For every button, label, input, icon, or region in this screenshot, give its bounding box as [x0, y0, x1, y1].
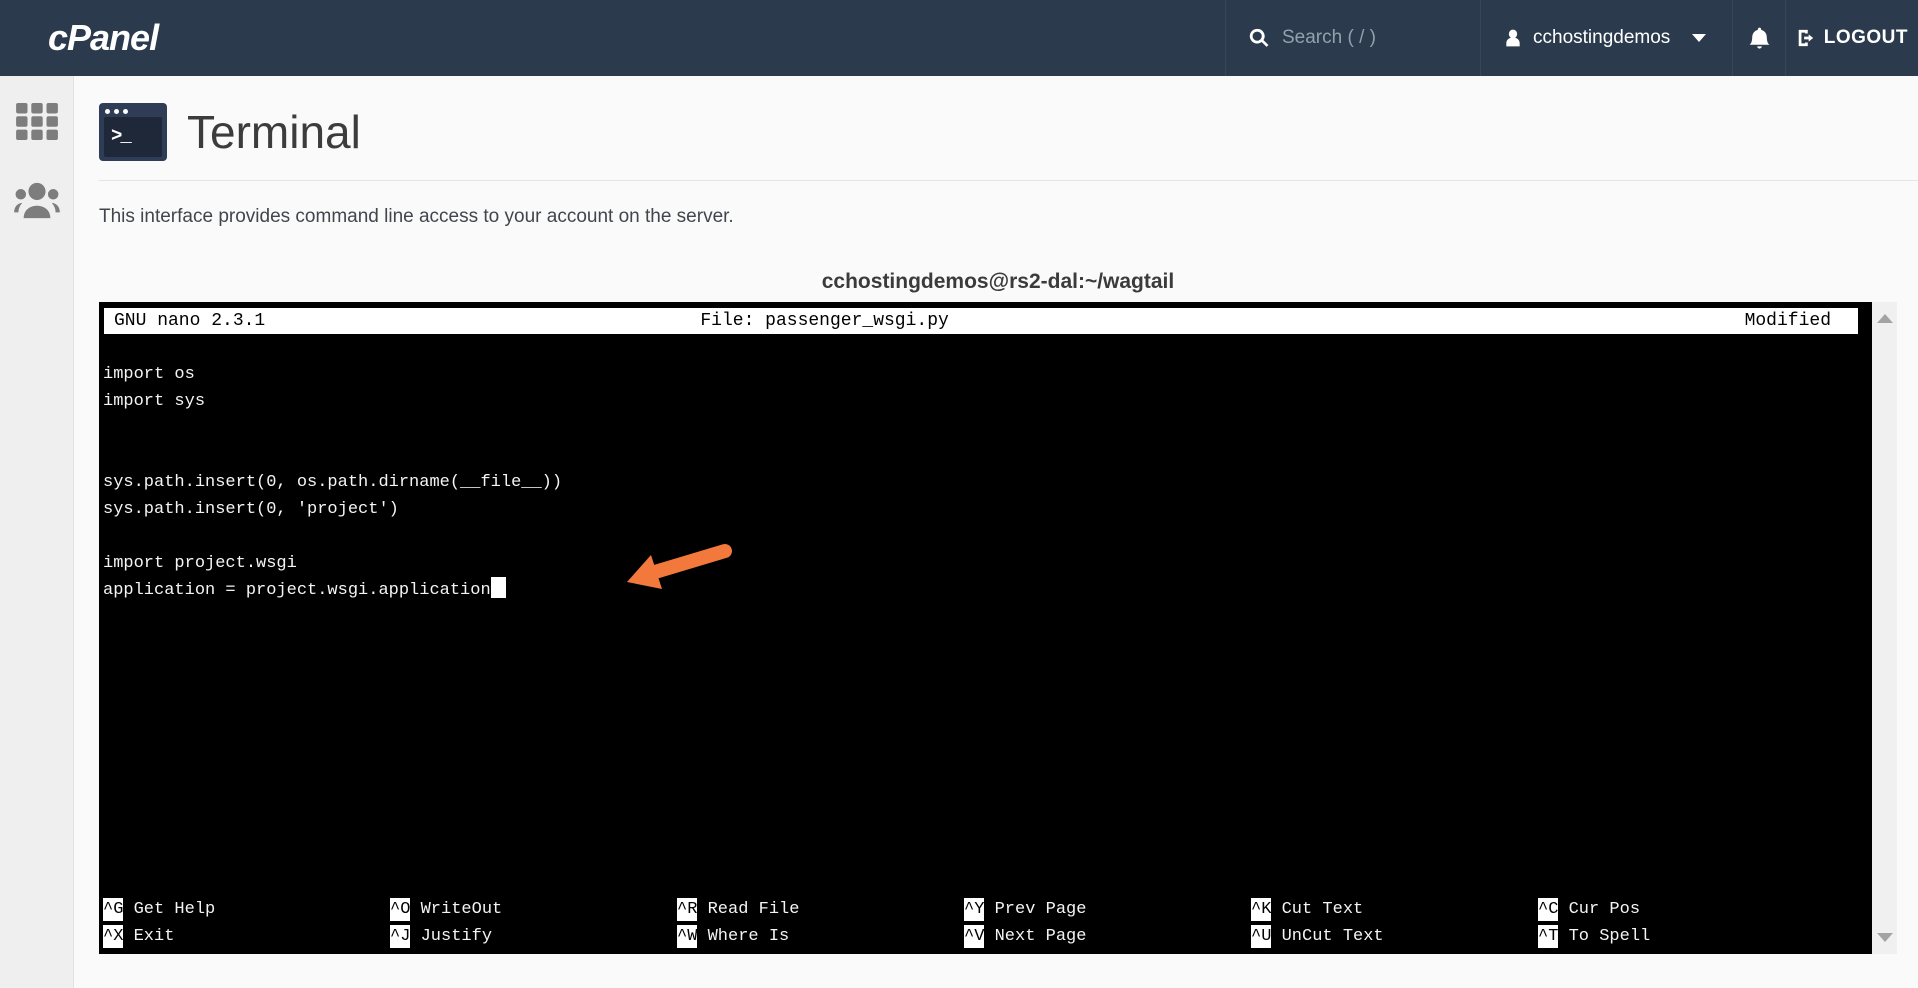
nano-shortcut-key: ^G: [103, 898, 124, 921]
code-line: sys.path.insert(0, 'project'): [103, 500, 399, 519]
users-group-icon: [14, 182, 60, 219]
code-line: import project.wsgi: [103, 554, 297, 573]
search-box[interactable]: [1225, 0, 1480, 76]
nano-shortcut-key: ^T: [1538, 925, 1559, 948]
nano-shortcut-key: ^U: [1251, 925, 1272, 948]
nano-shortcut: ^K Cut Text: [1251, 898, 1364, 921]
terminal-cursor: [490, 577, 506, 598]
nano-modified-badge: Modified: [1744, 311, 1831, 331]
nano-shortcut: ^C Cur Pos: [1538, 898, 1641, 921]
sidebar-item-tools[interactable]: [0, 90, 74, 154]
bell-icon: [1749, 27, 1769, 49]
top-navbar: cPanel cchostingdemos LOGO: [0, 0, 1918, 76]
nano-shortcut-key: ^X: [103, 925, 124, 948]
nano-shortcut-key: ^O: [390, 898, 411, 921]
code-line: sys.path.insert(0, os.path.dirname(__fil…: [103, 473, 563, 492]
nano-version-label: GNU nano 2.3.1: [114, 311, 266, 331]
nano-shortcut-key: ^K: [1251, 898, 1272, 921]
terminal-app-icon: >_: [99, 103, 167, 161]
nano-shortcut: ^R Read File: [677, 898, 800, 921]
nano-shortcut: ^J Justify: [390, 925, 493, 948]
page-description: This interface provides command line acc…: [99, 206, 734, 227]
terminal-scrollbar[interactable]: [1872, 302, 1897, 954]
code-line: import sys: [103, 392, 206, 411]
page-header: >_ Terminal: [99, 103, 1918, 161]
scroll-down-icon[interactable]: [1877, 933, 1893, 942]
search-input[interactable]: [1282, 27, 1452, 49]
nano-shortcut: ^W Where Is: [677, 925, 790, 948]
username-label: cchostingdemos: [1533, 27, 1671, 48]
code-line: import os: [103, 365, 195, 384]
nano-shortcut: ^X Exit: [103, 925, 175, 948]
nano-file-label: File: passenger_wsgi.py: [700, 311, 949, 331]
user-icon: [1506, 29, 1520, 47]
nano-shortcuts: ^G Get Help ^O WriteOut ^R Read File ^Y Pre…: [103, 896, 1825, 950]
sidebar: [0, 76, 74, 988]
nano-shortcut: ^G Get Help: [103, 898, 216, 921]
scroll-up-icon[interactable]: [1877, 314, 1893, 323]
chevron-down-icon: [1692, 34, 1707, 42]
logout-label: LOGOUT: [1823, 27, 1908, 48]
sidebar-item-users[interactable]: [0, 168, 74, 232]
main-content: >_ Terminal This interface provides comm…: [74, 76, 1918, 988]
cpanel-logo: cPanel: [48, 17, 159, 58]
window-dots-icon: [104, 107, 162, 117]
nano-shortcut-key: ^W: [677, 925, 698, 948]
terminal-screen[interactable]: GNU nano 2.3.1 File: passenger_wsgi.py M…: [99, 302, 1872, 954]
logout-button[interactable]: LOGOUT: [1785, 0, 1918, 76]
nano-shortcut-key: ^J: [390, 925, 411, 948]
nano-shortcut: ^U UnCut Text: [1251, 925, 1384, 948]
nano-code: import os import sys sys.path.insert(0, os…: [99, 361, 1872, 604]
nano-shortcut: ^O WriteOut: [390, 898, 503, 921]
search-icon: [1249, 28, 1269, 47]
nano-shortcut-key: ^R: [677, 898, 698, 921]
logout-icon: [1798, 29, 1814, 47]
apps-grid-icon: [16, 103, 58, 141]
nano-shortcut: ^Y Prev Page: [964, 898, 1087, 921]
nano-shortcut-key: ^C: [1538, 898, 1559, 921]
prompt-glyph: >_: [104, 117, 162, 157]
nano-shortcut-key: ^Y: [964, 898, 985, 921]
terminal-section: cchostingdemos@rs2-dal:~/wagtail GNU nan…: [99, 270, 1897, 954]
nano-shortcut: ^V Next Page: [964, 925, 1087, 948]
notifications-button[interactable]: [1732, 0, 1785, 76]
terminal-session-title: cchostingdemos@rs2-dal:~/wagtail: [821, 270, 1175, 293]
nano-header-bar: GNU nano 2.3.1 File: passenger_wsgi.py M…: [104, 308, 1858, 334]
code-line: application = project.wsgi.application: [103, 577, 1872, 604]
user-menu[interactable]: cchostingdemos: [1480, 0, 1732, 76]
nano-shortcut-key: ^V: [964, 925, 985, 948]
navbar-right: cchostingdemos LOGOUT: [1225, 0, 1918, 76]
terminal-area: GNU nano 2.3.1 File: passenger_wsgi.py M…: [99, 302, 1897, 954]
page-title: Terminal: [187, 106, 361, 158]
nano-shortcut: ^T To Spell: [1538, 925, 1651, 948]
header-divider: [99, 180, 1918, 181]
